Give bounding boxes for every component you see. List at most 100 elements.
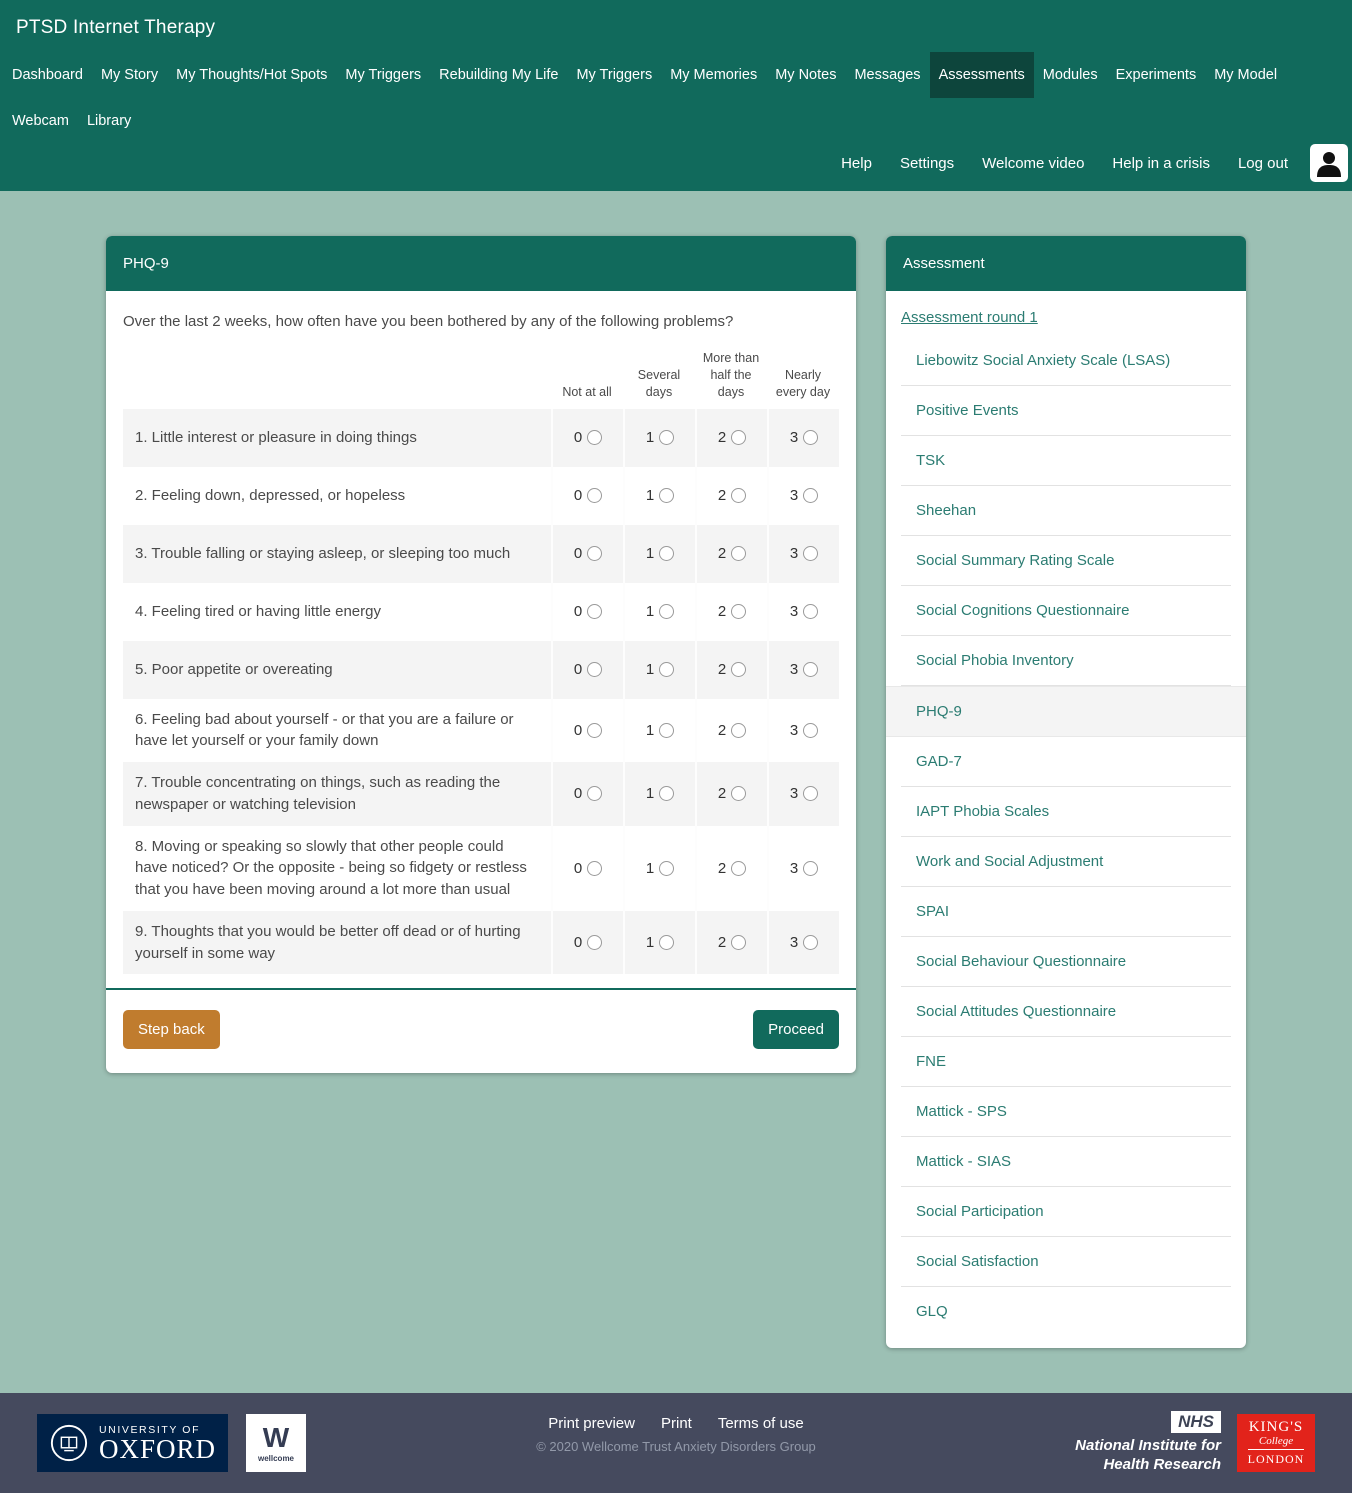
radio-button[interactable] [659, 546, 674, 561]
assessment-list-item[interactable]: Social Participation [901, 1187, 1231, 1237]
radio-button[interactable] [659, 604, 674, 619]
option-more-than-half[interactable]: 2 [695, 826, 767, 911]
radio-button[interactable] [803, 723, 818, 738]
nav-item[interactable]: Modules [1034, 52, 1107, 98]
utility-nav-item[interactable]: Log out [1224, 147, 1302, 180]
radio-button[interactable] [587, 662, 602, 677]
assessment-list-item[interactable]: Social Cognitions Questionnaire [901, 586, 1231, 636]
option-more-than-half[interactable]: 2 [695, 699, 767, 763]
option-more-than-half[interactable]: 2 [695, 525, 767, 583]
assessment-list-item[interactable]: Mattick - SIAS [901, 1137, 1231, 1187]
assessment-list-item[interactable]: SPAI [901, 887, 1231, 937]
assessment-list-item[interactable]: Social Attitudes Questionnaire [901, 987, 1231, 1037]
option-several-days[interactable]: 1 [623, 911, 695, 975]
option-several-days[interactable]: 1 [623, 583, 695, 641]
assessment-list-item[interactable]: Social Satisfaction [901, 1237, 1231, 1287]
option-several-days[interactable]: 1 [623, 699, 695, 763]
radio-button[interactable] [803, 430, 818, 445]
option-nearly-every-day[interactable]: 3 [767, 525, 839, 583]
option-not-at-all[interactable]: 0 [551, 911, 623, 975]
assessment-list-item[interactable]: Work and Social Adjustment [901, 837, 1231, 887]
assessment-list-item[interactable]: Sheehan [901, 486, 1231, 536]
nav-item[interactable]: Assessments [930, 52, 1034, 98]
profile-button[interactable] [1310, 144, 1348, 182]
proceed-button[interactable]: Proceed [753, 1010, 839, 1049]
radio-button[interactable] [659, 430, 674, 445]
option-several-days[interactable]: 1 [623, 525, 695, 583]
nav-item[interactable]: Experiments [1107, 52, 1206, 98]
option-several-days[interactable]: 1 [623, 762, 695, 826]
option-several-days[interactable]: 1 [623, 409, 695, 467]
radio-button[interactable] [731, 723, 746, 738]
assessment-round-link[interactable]: Assessment round 1 [901, 309, 1038, 326]
option-several-days[interactable]: 1 [623, 826, 695, 911]
radio-button[interactable] [587, 786, 602, 801]
nav-item[interactable]: My Triggers [336, 52, 430, 98]
radio-button[interactable] [731, 662, 746, 677]
footer-link[interactable]: Print preview [548, 1415, 635, 1432]
option-nearly-every-day[interactable]: 3 [767, 699, 839, 763]
radio-button[interactable] [731, 786, 746, 801]
assessment-list-item[interactable]: Liebowitz Social Anxiety Scale (LSAS) [901, 336, 1231, 386]
option-nearly-every-day[interactable]: 3 [767, 911, 839, 975]
nav-item[interactable]: My Notes [766, 52, 845, 98]
assessment-list-item[interactable]: GLQ [901, 1287, 1231, 1336]
assessment-list-item[interactable]: Social Phobia Inventory [901, 636, 1231, 686]
nav-item[interactable]: My Story [92, 52, 167, 98]
assessment-list-item[interactable]: Positive Events [901, 386, 1231, 436]
nav-item[interactable]: My Triggers [567, 52, 661, 98]
radio-button[interactable] [731, 546, 746, 561]
option-not-at-all[interactable]: 0 [551, 762, 623, 826]
assessment-list-item[interactable]: FNE [901, 1037, 1231, 1087]
nav-item[interactable]: Messages [845, 52, 929, 98]
radio-button[interactable] [803, 604, 818, 619]
radio-button[interactable] [659, 786, 674, 801]
nav-item[interactable]: Dashboard [3, 52, 92, 98]
option-more-than-half[interactable]: 2 [695, 762, 767, 826]
assessment-list-item[interactable]: Mattick - SPS [901, 1087, 1231, 1137]
nav-item[interactable]: Rebuilding My Life [430, 52, 567, 98]
radio-button[interactable] [659, 662, 674, 677]
option-not-at-all[interactable]: 0 [551, 467, 623, 525]
radio-button[interactable] [803, 786, 818, 801]
option-nearly-every-day[interactable]: 3 [767, 409, 839, 467]
footer-link[interactable]: Terms of use [718, 1415, 804, 1432]
radio-button[interactable] [803, 546, 818, 561]
radio-button[interactable] [587, 488, 602, 503]
assessment-list-item[interactable]: IAPT Phobia Scales [901, 787, 1231, 837]
option-nearly-every-day[interactable]: 3 [767, 583, 839, 641]
option-not-at-all[interactable]: 0 [551, 826, 623, 911]
assessment-list-item[interactable]: PHQ-9 [886, 686, 1246, 737]
nav-item[interactable]: My Model [1205, 52, 1286, 98]
option-more-than-half[interactable]: 2 [695, 409, 767, 467]
radio-button[interactable] [803, 662, 818, 677]
radio-button[interactable] [803, 488, 818, 503]
utility-nav-item[interactable]: Help in a crisis [1098, 147, 1224, 180]
option-more-than-half[interactable]: 2 [695, 911, 767, 975]
option-more-than-half[interactable]: 2 [695, 467, 767, 525]
radio-button[interactable] [731, 861, 746, 876]
radio-button[interactable] [587, 430, 602, 445]
step-back-button[interactable]: Step back [123, 1010, 220, 1049]
option-several-days[interactable]: 1 [623, 641, 695, 699]
radio-button[interactable] [587, 604, 602, 619]
option-not-at-all[interactable]: 0 [551, 525, 623, 583]
radio-button[interactable] [659, 488, 674, 503]
radio-button[interactable] [659, 861, 674, 876]
nav-item[interactable]: My Thoughts/Hot Spots [167, 52, 336, 98]
option-nearly-every-day[interactable]: 3 [767, 762, 839, 826]
radio-button[interactable] [587, 723, 602, 738]
nav-item[interactable]: Library [78, 98, 140, 144]
nav-item[interactable]: My Memories [661, 52, 766, 98]
assessment-list-item[interactable]: Social Summary Rating Scale [901, 536, 1231, 586]
option-nearly-every-day[interactable]: 3 [767, 467, 839, 525]
radio-button[interactable] [803, 935, 818, 950]
option-more-than-half[interactable]: 2 [695, 583, 767, 641]
radio-button[interactable] [731, 935, 746, 950]
radio-button[interactable] [803, 861, 818, 876]
utility-nav-item[interactable]: Help [827, 147, 886, 180]
assessment-list-item[interactable]: Social Behaviour Questionnaire [901, 937, 1231, 987]
radio-button[interactable] [587, 546, 602, 561]
option-several-days[interactable]: 1 [623, 467, 695, 525]
utility-nav-item[interactable]: Settings [886, 147, 968, 180]
